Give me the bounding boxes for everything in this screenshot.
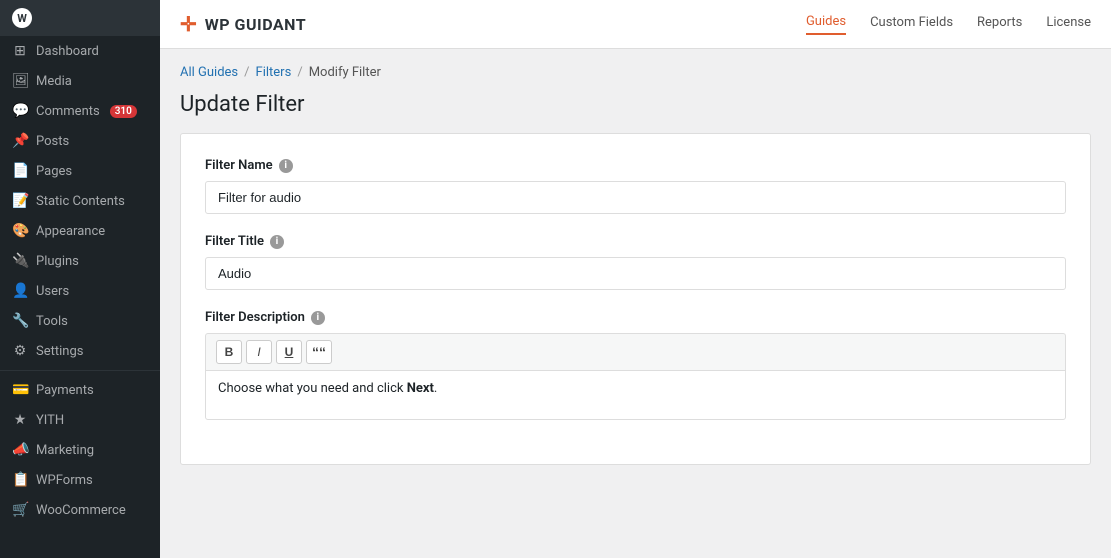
editor-content-suffix: . (434, 381, 437, 396)
sidebar-item-label: Dashboard (36, 44, 99, 59)
breadcrumb-sep-2: / (297, 65, 302, 80)
dashboard-icon: ⊞ (12, 43, 28, 59)
main-content: ✛ WP GUIDANT Guides Custom Fields Report… (160, 0, 1111, 558)
page-title: Update Filter (180, 92, 1091, 117)
comments-icon: 💬 (12, 103, 28, 119)
breadcrumb-filters[interactable]: Filters (256, 65, 292, 80)
editor-content-prefix: Choose what you need and click (218, 381, 407, 396)
sidebar-item-label: Plugins (36, 254, 79, 269)
plugins-icon: 🔌 (12, 253, 28, 269)
sidebar-item-label: Posts (36, 134, 69, 149)
sidebar-item-label: Pages (36, 164, 72, 179)
brand-cross-icon: ✛ (180, 12, 197, 36)
wp-logo-icon: W (12, 8, 32, 28)
sidebar-item-label: Comments (36, 104, 100, 119)
appearance-icon: 🎨 (12, 223, 28, 239)
sidebar-item-yith[interactable]: ★ YITH (0, 405, 160, 435)
sidebar-item-plugins[interactable]: 🔌 Plugins (0, 246, 160, 276)
topnav-link-reports[interactable]: Reports (977, 15, 1022, 34)
sidebar-item-label: WPForms (36, 473, 93, 488)
filter-description-group: Filter Description i B I U ““ Choose wha… (205, 310, 1066, 420)
filter-title-label: Filter Title i (205, 234, 1066, 249)
sidebar-item-label: Payments (36, 383, 94, 398)
sidebar-item-comments[interactable]: 💬 Comments 310 (0, 96, 160, 126)
sidebar-divider (0, 370, 160, 371)
sidebar-item-marketing[interactable]: 📣 Marketing (0, 435, 160, 465)
settings-icon: ⚙ (12, 343, 28, 359)
topnav-brand: ✛ WP GUIDANT (180, 12, 306, 36)
topnav: ✛ WP GUIDANT Guides Custom Fields Report… (160, 0, 1111, 49)
sidebar-item-label: Appearance (36, 224, 105, 239)
sidebar-item-posts[interactable]: 📌 Posts (0, 126, 160, 156)
editor-toolbar: B I U ““ (205, 333, 1066, 370)
sidebar-item-users[interactable]: 👤 Users (0, 276, 160, 306)
filter-title-input[interactable] (205, 257, 1066, 290)
sidebar-item-media[interactable]: 🖼 Media (0, 66, 160, 96)
marketing-icon: 📣 (12, 442, 28, 458)
sidebar-item-label: Settings (36, 344, 83, 359)
filter-description-info-icon[interactable]: i (311, 311, 325, 325)
filter-name-label: Filter Name i (205, 158, 1066, 173)
breadcrumb-sep-1: / (244, 65, 249, 80)
topnav-link-custom-fields[interactable]: Custom Fields (870, 15, 953, 34)
sidebar-item-label: WooCommerce (36, 503, 126, 518)
pages-icon: 📄 (12, 163, 28, 179)
breadcrumb-all-guides[interactable]: All Guides (180, 65, 238, 80)
sidebar-item-payments[interactable]: 💳 Payments (0, 375, 160, 405)
sidebar-item-settings[interactable]: ⚙ Settings (0, 336, 160, 366)
sidebar: W ⊞ Dashboard 🖼 Media 💬 Comments 310 📌 P… (0, 0, 160, 558)
sidebar-item-label: Marketing (36, 443, 94, 458)
sidebar-logo: W (0, 0, 160, 36)
sidebar-item-dashboard[interactable]: ⊞ Dashboard (0, 36, 160, 66)
form-card: Filter Name i Filter Title i Filter Desc… (180, 133, 1091, 465)
tools-icon: 🔧 (12, 313, 28, 329)
content-area: All Guides / Filters / Modify Filter Upd… (160, 49, 1111, 558)
sidebar-item-wpforms[interactable]: 📋 WPForms (0, 465, 160, 495)
filter-name-group: Filter Name i (205, 158, 1066, 214)
sidebar-item-label: Static Contents (36, 194, 125, 209)
users-icon: 👤 (12, 283, 28, 299)
comments-badge: 310 (110, 105, 137, 118)
toolbar-quote-button[interactable]: ““ (306, 340, 332, 364)
toolbar-bold-button[interactable]: B (216, 340, 242, 364)
topnav-link-license[interactable]: License (1046, 15, 1091, 34)
sidebar-item-label: YITH (36, 413, 64, 428)
media-icon: 🖼 (12, 73, 28, 89)
topnav-links: Guides Custom Fields Reports License (806, 14, 1091, 35)
filter-name-input[interactable] (205, 181, 1066, 214)
sidebar-item-label: Media (36, 74, 72, 89)
sidebar-item-tools[interactable]: 🔧 Tools (0, 306, 160, 336)
editor-content-bold: Next (407, 381, 434, 396)
topnav-link-guides[interactable]: Guides (806, 14, 846, 35)
filter-title-group: Filter Title i (205, 234, 1066, 290)
static-contents-icon: 📝 (12, 193, 28, 209)
sidebar-item-appearance[interactable]: 🎨 Appearance (0, 216, 160, 246)
breadcrumb: All Guides / Filters / Modify Filter (180, 65, 1091, 80)
woocommerce-icon: 🛒 (12, 502, 28, 518)
yith-icon: ★ (12, 412, 28, 428)
breadcrumb-current: Modify Filter (309, 65, 381, 80)
sidebar-item-label: Users (36, 284, 69, 299)
sidebar-item-pages[interactable]: 📄 Pages (0, 156, 160, 186)
toolbar-underline-button[interactable]: U (276, 340, 302, 364)
filter-title-info-icon[interactable]: i (270, 235, 284, 249)
brand-name: WP GUIDANT (205, 15, 306, 34)
filter-description-editor[interactable]: Choose what you need and click Next. (205, 370, 1066, 420)
toolbar-italic-button[interactable]: I (246, 340, 272, 364)
filter-description-label: Filter Description i (205, 310, 1066, 325)
filter-name-info-icon[interactable]: i (279, 159, 293, 173)
sidebar-item-static-contents[interactable]: 📝 Static Contents (0, 186, 160, 216)
posts-icon: 📌 (12, 133, 28, 149)
sidebar-item-woocommerce[interactable]: 🛒 WooCommerce (0, 495, 160, 525)
sidebar-item-label: Tools (36, 314, 68, 329)
wpforms-icon: 📋 (12, 472, 28, 488)
payments-icon: 💳 (12, 382, 28, 398)
